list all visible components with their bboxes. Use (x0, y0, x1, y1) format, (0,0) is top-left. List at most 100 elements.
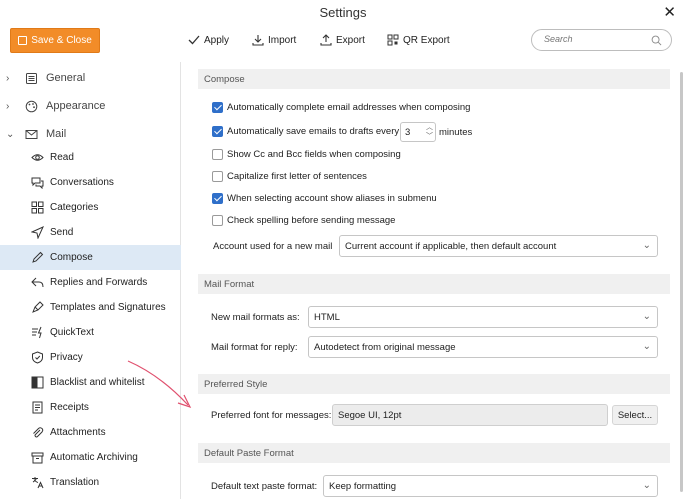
sidebar-item-label: Privacy (50, 352, 83, 363)
scrollbar[interactable] (680, 62, 684, 499)
checkbox[interactable] (212, 102, 223, 113)
reply-format-value: Autodetect from original message (314, 342, 456, 353)
autosave-minutes-stepper[interactable]: 3 ︿ ﹀ (400, 122, 436, 142)
sidebar-item-label: Categories (50, 202, 99, 213)
sidebar-item-label: QuickText (50, 327, 94, 338)
checkbox[interactable] (212, 193, 223, 204)
minutes-label: minutes (439, 127, 473, 138)
option-show-cc-bcc[interactable]: Show Cc and Bcc fields when composing (212, 149, 401, 160)
sidebar-section-appearance[interactable]: › Appearance (0, 94, 181, 118)
sidebar-item-label: Automatic Archiving (50, 452, 138, 463)
chevron-right-icon: › (6, 100, 10, 112)
autosave-minutes-value: 3 (405, 127, 411, 138)
select-font-button[interactable]: Select... (612, 405, 658, 425)
search-icon[interactable] (651, 35, 662, 46)
shield-icon (30, 351, 44, 365)
checkbox[interactable] (212, 171, 223, 182)
sidebar-item-label: Replies and Forwards (50, 277, 148, 288)
sidebar-item-label: Templates and Signatures (50, 302, 166, 313)
option-label: Automatically complete email addresses w… (227, 102, 471, 113)
sidebar-item-read[interactable]: Read (0, 145, 181, 170)
chevron-down-icon: ⌄ (6, 128, 15, 140)
checkbox[interactable] (212, 215, 223, 226)
toolbar: Save & Close Apply Import Export QR Expo… (0, 26, 686, 60)
scrollbar-thumb[interactable] (680, 72, 683, 492)
stepper-arrows-icon[interactable]: ︿ ﹀ (426, 123, 433, 141)
preferred-font-label: Preferred font for messages: (211, 410, 332, 421)
export-label: Export (336, 34, 365, 46)
import-label: Import (268, 34, 297, 46)
reply-icon (30, 276, 44, 290)
sidebar-section-mail[interactable]: ⌄ Mail (0, 122, 181, 146)
import-button[interactable]: Import (252, 34, 296, 46)
new-mail-format-value: HTML (314, 312, 340, 323)
option-label: Show Cc and Bcc fields when composing (227, 149, 401, 160)
sidebar-section-general[interactable]: › General (0, 66, 181, 90)
chevron-down-icon: ⌄ (642, 311, 651, 322)
qr-export-button[interactable]: QR Export (387, 34, 450, 46)
grid-icon (30, 201, 44, 215)
save-close-label: Save & Close (31, 35, 92, 46)
option-label: Automatically save emails to drafts ever… (227, 126, 400, 137)
send-icon (30, 226, 44, 240)
reply-format-select[interactable]: Autodetect from original message ⌄ (308, 336, 658, 358)
sidebar-item-automatic-archiving[interactable]: Automatic Archiving (0, 445, 181, 470)
qr-code-icon (387, 34, 399, 46)
chevron-down-icon: ⌄ (642, 480, 651, 491)
sidebar-item-label: Translation (50, 477, 100, 488)
sidebar-item-templates-signatures[interactable]: Templates and Signatures (0, 295, 181, 320)
account-select-value: Current account if applicable, then defa… (345, 241, 557, 252)
reply-format-label: Mail format for reply: (211, 342, 298, 353)
sidebar-item-attachments[interactable]: Attachments (0, 420, 181, 445)
sidebar-item-label: Conversations (50, 177, 114, 188)
window-title: Settings (319, 5, 367, 20)
apply-button[interactable]: Apply (188, 34, 229, 46)
option-label: Capitalize first letter of sentences (227, 171, 367, 182)
archive-icon (30, 451, 44, 465)
sidebar-item-compose[interactable]: Compose (0, 245, 181, 270)
chevron-right-icon: › (6, 72, 10, 84)
list-icon (24, 71, 38, 85)
search-input[interactable] (544, 34, 649, 44)
option-check-spelling[interactable]: Check spelling before sending message (212, 215, 395, 226)
sidebar-item-translation[interactable]: Translation (0, 470, 181, 495)
save-icon (18, 36, 28, 45)
paste-format-value: Keep formatting (329, 481, 397, 492)
account-select[interactable]: Current account if applicable, then defa… (339, 235, 658, 257)
option-label: Check spelling before sending message (227, 215, 396, 226)
quicktext-icon (30, 326, 44, 340)
receipt-icon (30, 401, 44, 415)
option-show-aliases[interactable]: When selecting account show aliases in s… (212, 193, 437, 204)
sidebar-item-label: Read (50, 152, 74, 163)
search-box[interactable] (531, 29, 672, 51)
option-label: When selecting account show aliases in s… (227, 193, 437, 204)
option-autosave-drafts[interactable]: Automatically save emails to drafts ever… (212, 126, 399, 137)
sidebar-item-label: Receipts (50, 402, 89, 413)
envelope-icon (24, 127, 38, 141)
paste-format-select[interactable]: Keep formatting ⌄ (323, 475, 658, 497)
chevron-down-icon: ⌄ (642, 341, 651, 352)
save-close-button[interactable]: Save & Close (10, 28, 100, 53)
export-button[interactable]: Export (320, 34, 365, 46)
blacklist-icon (30, 376, 44, 390)
sidebar-item-quicktext[interactable]: QuickText (0, 320, 181, 345)
close-icon[interactable]: ✕ (663, 3, 676, 21)
sidebar-item-conversations[interactable]: Conversations (0, 170, 181, 195)
option-capitalize-first-letter[interactable]: Capitalize first letter of sentences (212, 171, 367, 182)
sidebar-item-label: Attachments (50, 427, 106, 438)
sidebar-item-categories[interactable]: Categories (0, 195, 181, 220)
new-mail-format-label: New mail formats as: (211, 312, 300, 323)
sidebar-item-send[interactable]: Send (0, 220, 181, 245)
checkbox[interactable] (212, 126, 223, 137)
checkbox[interactable] (212, 149, 223, 160)
sidebar-section-label: General (46, 72, 86, 84)
chat-icon (30, 176, 44, 190)
paste-format-label: Default text paste format: (211, 481, 318, 492)
export-icon (320, 34, 332, 46)
option-autocomplete-addresses[interactable]: Automatically complete email addresses w… (212, 102, 470, 113)
title-bar: Settings ✕ (0, 0, 686, 26)
sidebar-item-replies-forwards[interactable]: Replies and Forwards (0, 270, 181, 295)
new-mail-format-select[interactable]: HTML ⌄ (308, 306, 658, 328)
pencil-icon (30, 251, 44, 265)
translate-icon (30, 476, 44, 490)
